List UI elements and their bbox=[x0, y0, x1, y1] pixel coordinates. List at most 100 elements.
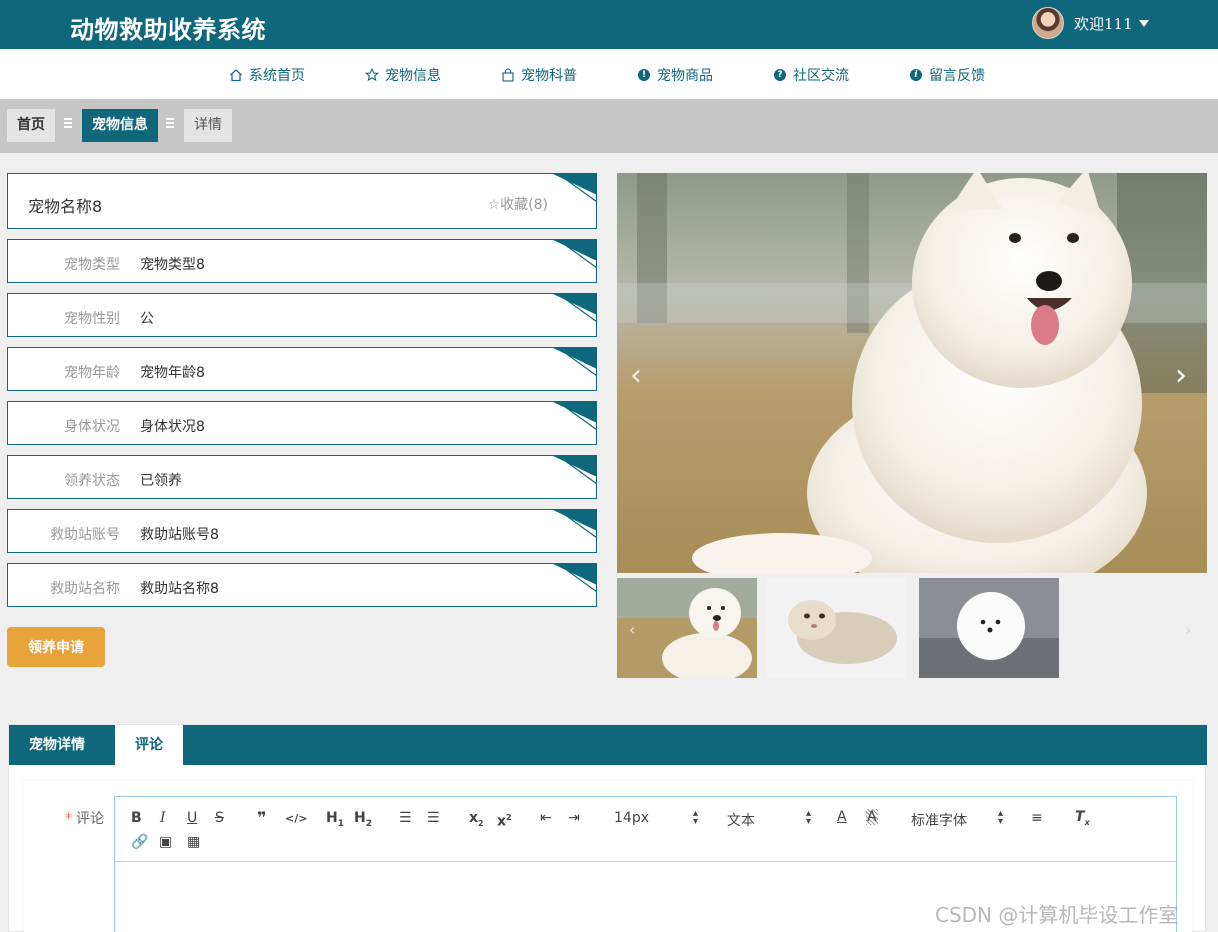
field-label: 领养状态 bbox=[64, 473, 120, 489]
video-icon[interactable]: ▦ bbox=[187, 834, 200, 850]
field-row-station-account: 救助站账号 救助站账号8 bbox=[7, 509, 597, 553]
field-value: 救助站账号8 bbox=[140, 527, 219, 543]
indent-icon[interactable]: ⇥ bbox=[568, 810, 580, 826]
thumbnail-samoyed[interactable] bbox=[617, 578, 757, 678]
adopt-apply-button[interactable]: 领养申请 bbox=[7, 627, 105, 667]
thumbnail-strip: ‹ › bbox=[617, 578, 1207, 678]
breadcrumb-separator-icon bbox=[64, 118, 72, 132]
nav-label: 系统首页 bbox=[249, 68, 305, 84]
font-size-value: 14px bbox=[614, 810, 649, 826]
star-icon bbox=[365, 68, 379, 82]
outdent-icon[interactable]: ⇤ bbox=[540, 810, 552, 826]
samoyed-dog-photo bbox=[617, 173, 1207, 573]
pet-photo-carousel[interactable]: ‹ › bbox=[617, 173, 1207, 573]
corner-ribbon-icon bbox=[553, 294, 596, 323]
tab-bar: 宠物详情 评论 bbox=[9, 725, 1207, 765]
user-menu[interactable]: 欢迎111 bbox=[1032, 7, 1149, 39]
heading2-icon[interactable]: H2 bbox=[354, 810, 372, 832]
ordered-list-icon[interactable]: ☰ bbox=[399, 810, 412, 826]
italic-icon[interactable]: I bbox=[160, 810, 166, 826]
pet-name: 宠物名称8 bbox=[28, 197, 103, 216]
corner-ribbon-icon bbox=[553, 456, 596, 485]
image-icon[interactable]: ▣ bbox=[159, 834, 172, 850]
superscript-icon[interactable]: x2 bbox=[497, 810, 512, 830]
editor-toolbar: B I U S ❞ </> H1 H2 ☰ ☰ x2 x2 ⇤ ⇥ 14px ▴ ▾… bbox=[115, 797, 1176, 862]
text-style-select[interactable]: 文本 ▴ ▾ bbox=[727, 808, 811, 830]
nav-item-community[interactable]: ? 社区交流 bbox=[773, 65, 849, 85]
field-row-station-name: 救助站名称 救助站名称8 bbox=[7, 563, 597, 607]
field-row-health: 身体状况 身体状况8 bbox=[7, 401, 597, 445]
nav-item-feedback[interactable]: i 留言反馈 bbox=[909, 65, 985, 85]
link-icon[interactable]: 🔗 bbox=[131, 834, 148, 850]
font-family-value: 标准字体 bbox=[911, 813, 967, 829]
nav-label: 宠物信息 bbox=[385, 68, 441, 84]
align-icon[interactable]: ≡ bbox=[1031, 810, 1043, 826]
clear-format-icon[interactable]: Tx bbox=[1075, 809, 1090, 831]
tab-comment[interactable]: 评论 bbox=[115, 725, 183, 765]
nav-item-home[interactable]: 系统首页 bbox=[229, 65, 305, 85]
nav-label: 宠物商品 bbox=[657, 68, 713, 84]
field-label: 宠物性别 bbox=[64, 311, 120, 327]
bold-icon[interactable]: B bbox=[131, 810, 142, 826]
blockquote-icon[interactable]: ❞ bbox=[257, 810, 266, 826]
field-label: 救助站账号 bbox=[50, 527, 120, 543]
breadcrumb-detail: 详情 bbox=[184, 109, 232, 142]
nav-item-pet-science[interactable]: 宠物科普 bbox=[501, 65, 577, 85]
subscript-icon[interactable]: x2 bbox=[469, 810, 484, 832]
heading1-icon[interactable]: H1 bbox=[326, 810, 344, 832]
font-color-icon[interactable]: A bbox=[837, 809, 847, 825]
thumbnail-ferret[interactable] bbox=[767, 578, 907, 678]
field-value: 已领养 bbox=[140, 473, 182, 489]
favorite-button[interactable]: ☆收藏(8) bbox=[488, 194, 548, 214]
main-nav: 系统首页 宠物信息 宠物科普 ! 宠物商品 ? 社区交流 i 留言反馈 bbox=[0, 49, 1218, 99]
caret-down-icon[interactable] bbox=[1138, 19, 1149, 27]
avatar[interactable] bbox=[1032, 7, 1064, 39]
home-icon bbox=[229, 68, 243, 82]
select-arrows-icon: ▴ ▾ bbox=[805, 808, 811, 827]
corner-ribbon-icon bbox=[553, 510, 596, 539]
nav-item-pet-goods[interactable]: ! 宠物商品 bbox=[637, 65, 713, 85]
pet-name-card: 宠物名称8 ☆收藏(8) bbox=[7, 173, 597, 229]
question-icon: ? bbox=[773, 68, 787, 82]
breadcrumb-pet-info[interactable]: 宠物信息 bbox=[82, 109, 158, 142]
thumbnail-pomeranian[interactable] bbox=[919, 578, 1059, 678]
font-size-select[interactable]: 14px ▴ ▾ bbox=[614, 809, 698, 827]
nav-item-pet-info[interactable]: 宠物信息 bbox=[365, 65, 441, 85]
bag-icon bbox=[501, 68, 515, 82]
thumbnail-prev-icon[interactable]: ‹ bbox=[629, 620, 635, 639]
nav-label: 宠物科普 bbox=[521, 68, 577, 84]
info-icon: i bbox=[909, 68, 923, 82]
required-mark: * bbox=[65, 811, 72, 827]
text-style-value: 文本 bbox=[727, 813, 755, 829]
nav-label: 社区交流 bbox=[793, 68, 849, 84]
carousel-next-icon[interactable]: › bbox=[1175, 361, 1187, 391]
exclamation-icon: ! bbox=[637, 68, 651, 82]
thumbnail-next-icon[interactable]: › bbox=[1185, 620, 1191, 639]
background-color-icon[interactable]: A bbox=[866, 809, 878, 825]
thumbnail-image bbox=[617, 578, 757, 678]
app-title: 动物救助收养系统 bbox=[70, 16, 266, 44]
field-value: 救助站名称8 bbox=[140, 581, 219, 597]
underline-icon[interactable]: U bbox=[187, 810, 197, 826]
corner-ribbon-icon bbox=[553, 402, 596, 431]
bullet-list-icon[interactable]: ☰ bbox=[427, 810, 440, 826]
field-label: 身体状况 bbox=[64, 419, 120, 435]
field-value: 身体状况8 bbox=[140, 419, 205, 435]
welcome-text[interactable]: 欢迎111 bbox=[1074, 13, 1133, 34]
corner-ribbon-icon bbox=[553, 348, 596, 377]
comment-label-text: 评论 bbox=[76, 811, 104, 827]
code-block-icon[interactable]: </> bbox=[285, 811, 307, 827]
font-family-select[interactable]: 标准字体 ▴ ▾ bbox=[911, 808, 1003, 830]
strikethrough-icon[interactable]: S bbox=[215, 810, 224, 826]
comment-label: * 评论 bbox=[65, 808, 104, 828]
field-value: 宠物类型8 bbox=[140, 257, 205, 273]
select-arrows-icon: ▴ ▾ bbox=[997, 808, 1003, 827]
breadcrumb-home[interactable]: 首页 bbox=[7, 109, 55, 142]
field-row-pet-age: 宠物年龄 宠物年龄8 bbox=[7, 347, 597, 391]
tab-pet-detail[interactable]: 宠物详情 bbox=[9, 725, 105, 765]
top-header: 动物救助收养系统 欢迎111 bbox=[0, 0, 1218, 49]
field-row-pet-type: 宠物类型 宠物类型8 bbox=[7, 239, 597, 283]
field-value: 宠物年龄8 bbox=[140, 365, 205, 381]
carousel-prev-icon[interactable]: ‹ bbox=[630, 361, 642, 391]
watermark: CSDN @计算机毕设工作室 bbox=[935, 903, 1179, 927]
